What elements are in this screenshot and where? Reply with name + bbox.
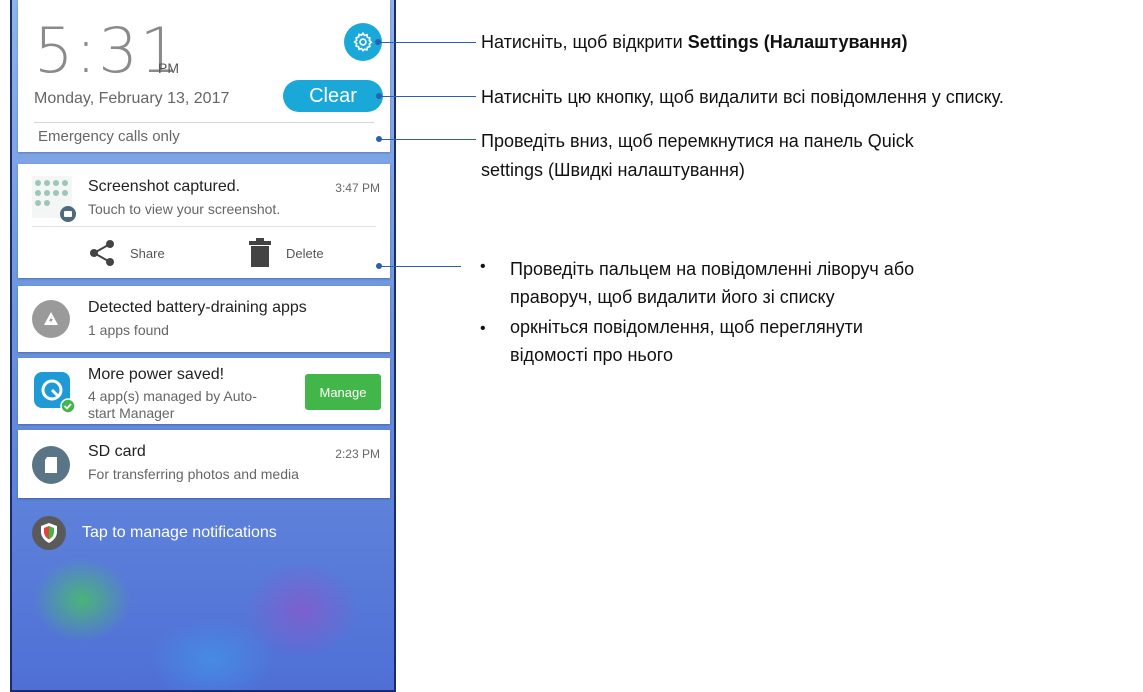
annotation-quick-line1: Проведіть вниз, щоб перемкнутися на пане… bbox=[481, 131, 914, 151]
notification-power-saved[interactable]: More power saved! 4 app(s) managed by Au… bbox=[18, 358, 390, 424]
manage-button[interactable]: Manage bbox=[305, 374, 381, 410]
divider bbox=[32, 226, 376, 227]
annotation-clear: Натисніть цю кнопку, щоб видалити всі по… bbox=[481, 87, 1004, 107]
shield-icon bbox=[32, 516, 66, 550]
app-icon bbox=[32, 300, 70, 338]
delete-button[interactable]: Delete bbox=[248, 238, 348, 268]
notification-title: Screenshot captured. bbox=[88, 178, 241, 195]
phone-screen: 5:31 PM Monday, February 13, 2017 Clear … bbox=[10, 0, 396, 692]
notification-text: For transferring photos and media bbox=[88, 466, 299, 482]
annotation-settings-bold: Settings (Налаштування) bbox=[687, 32, 908, 52]
share-icon bbox=[90, 240, 114, 266]
clock-ampm: PM bbox=[158, 60, 179, 76]
manage-notifications-label: Tap to manage notifications bbox=[82, 524, 277, 541]
annotation-bullet1-line1: Проведіть пальцем на повідомленні лівору… bbox=[510, 259, 915, 279]
notification-text: 1 apps found bbox=[88, 322, 169, 338]
annotation-settings: Натисніть, щоб відкрити Settings (Налашт… bbox=[481, 29, 908, 55]
annotation-bullet2-line2: відомості про нього bbox=[510, 345, 673, 365]
date-label: Monday, February 13, 2017 bbox=[34, 90, 230, 107]
notification-text: Touch to view your screenshot. bbox=[88, 201, 281, 217]
app-icon bbox=[32, 446, 70, 484]
clock-time: 5:31 bbox=[34, 14, 182, 87]
emergency-status: Emergency calls only bbox=[38, 128, 180, 145]
clear-button[interactable]: Clear bbox=[283, 80, 383, 112]
notification-text: 4 app(s) managed by Auto- bbox=[88, 388, 257, 404]
callout-line-quick bbox=[379, 139, 476, 140]
share-label: Share bbox=[130, 246, 165, 261]
lock-header-card: 5:31 PM Monday, February 13, 2017 Clear … bbox=[18, 0, 390, 152]
gear-icon bbox=[353, 31, 373, 53]
notification-battery[interactable]: Detected battery-draining apps 1 apps fo… bbox=[18, 286, 390, 352]
sd-card-icon bbox=[45, 457, 57, 473]
manage-notifications-link[interactable]: Tap to manage notifications bbox=[32, 516, 372, 552]
notification-title: More power saved! bbox=[88, 366, 225, 383]
notification-time: 3:47 PM bbox=[335, 181, 380, 195]
notification-text-2: start Manager bbox=[88, 405, 175, 421]
notification-title: SD card bbox=[88, 443, 146, 460]
delete-label: Delete bbox=[286, 246, 324, 261]
notification-time: 2:23 PM bbox=[335, 447, 380, 461]
annotation-bullet1-line2: праворуч, щоб видалити його зі списку bbox=[510, 287, 835, 307]
annotation-bullet2-line1: оркніться повідомлення, щоб переглянути bbox=[510, 317, 863, 337]
share-button[interactable]: Share bbox=[88, 238, 198, 268]
annotation-quick-line2: settings (Швидкі налаштування) bbox=[481, 160, 745, 180]
callout-line-swipe bbox=[379, 266, 461, 267]
auto-start-manager-icon bbox=[32, 370, 76, 414]
trash-icon bbox=[249, 238, 271, 267]
annotation-settings-text: Натисніть, щоб відкрити bbox=[481, 32, 688, 52]
screenshot-thumbnail-icon bbox=[32, 176, 76, 222]
divider bbox=[34, 122, 374, 123]
bullet-2: • bbox=[480, 320, 486, 337]
notification-screenshot[interactable]: Screenshot captured. 3:47 PM Touch to vi… bbox=[18, 164, 390, 278]
notification-sd-card[interactable]: SD card 2:23 PM For transferring photos … bbox=[18, 430, 390, 498]
callout-line-settings bbox=[378, 42, 476, 43]
boost-icon bbox=[44, 312, 58, 325]
callout-line-clear bbox=[379, 96, 476, 97]
bullet-1: • bbox=[480, 258, 486, 275]
notification-title: Detected battery-draining apps bbox=[88, 299, 307, 316]
